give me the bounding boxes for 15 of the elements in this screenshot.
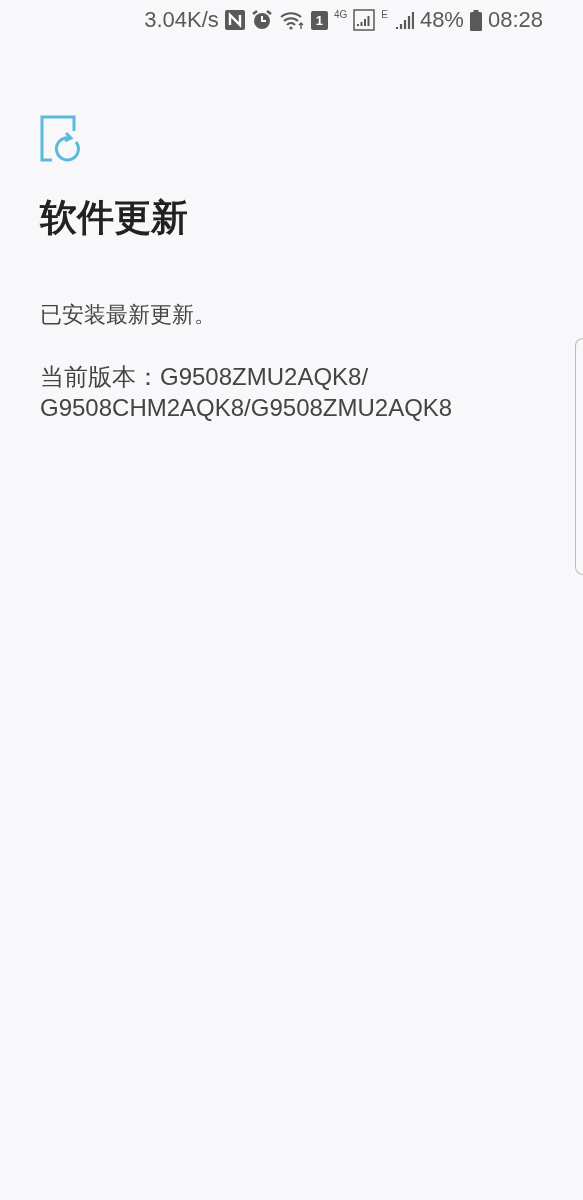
- page-title: 软件更新: [40, 196, 189, 240]
- alarm-icon: [250, 9, 273, 31]
- network-type: 4G: [333, 9, 348, 20]
- wifi-icon: [278, 10, 305, 30]
- signal-icon: [393, 10, 414, 30]
- sim-badge: 1: [310, 10, 328, 30]
- signal-icon: [353, 9, 376, 31]
- clock: 08:28: [487, 7, 543, 33]
- status-message: 已安装最新更新。: [40, 301, 217, 329]
- version-text: 当前版本：G9508ZMU2AQK8/G9508CHM2AQK8/G9508ZMU2AQK8: [40, 362, 454, 423]
- network-type: E: [381, 9, 388, 20]
- battery-percentage: 48%: [419, 7, 464, 33]
- battery-icon: [469, 9, 482, 31]
- network-speed: 3.04K/s: [144, 7, 219, 33]
- nfc-icon: [224, 10, 245, 30]
